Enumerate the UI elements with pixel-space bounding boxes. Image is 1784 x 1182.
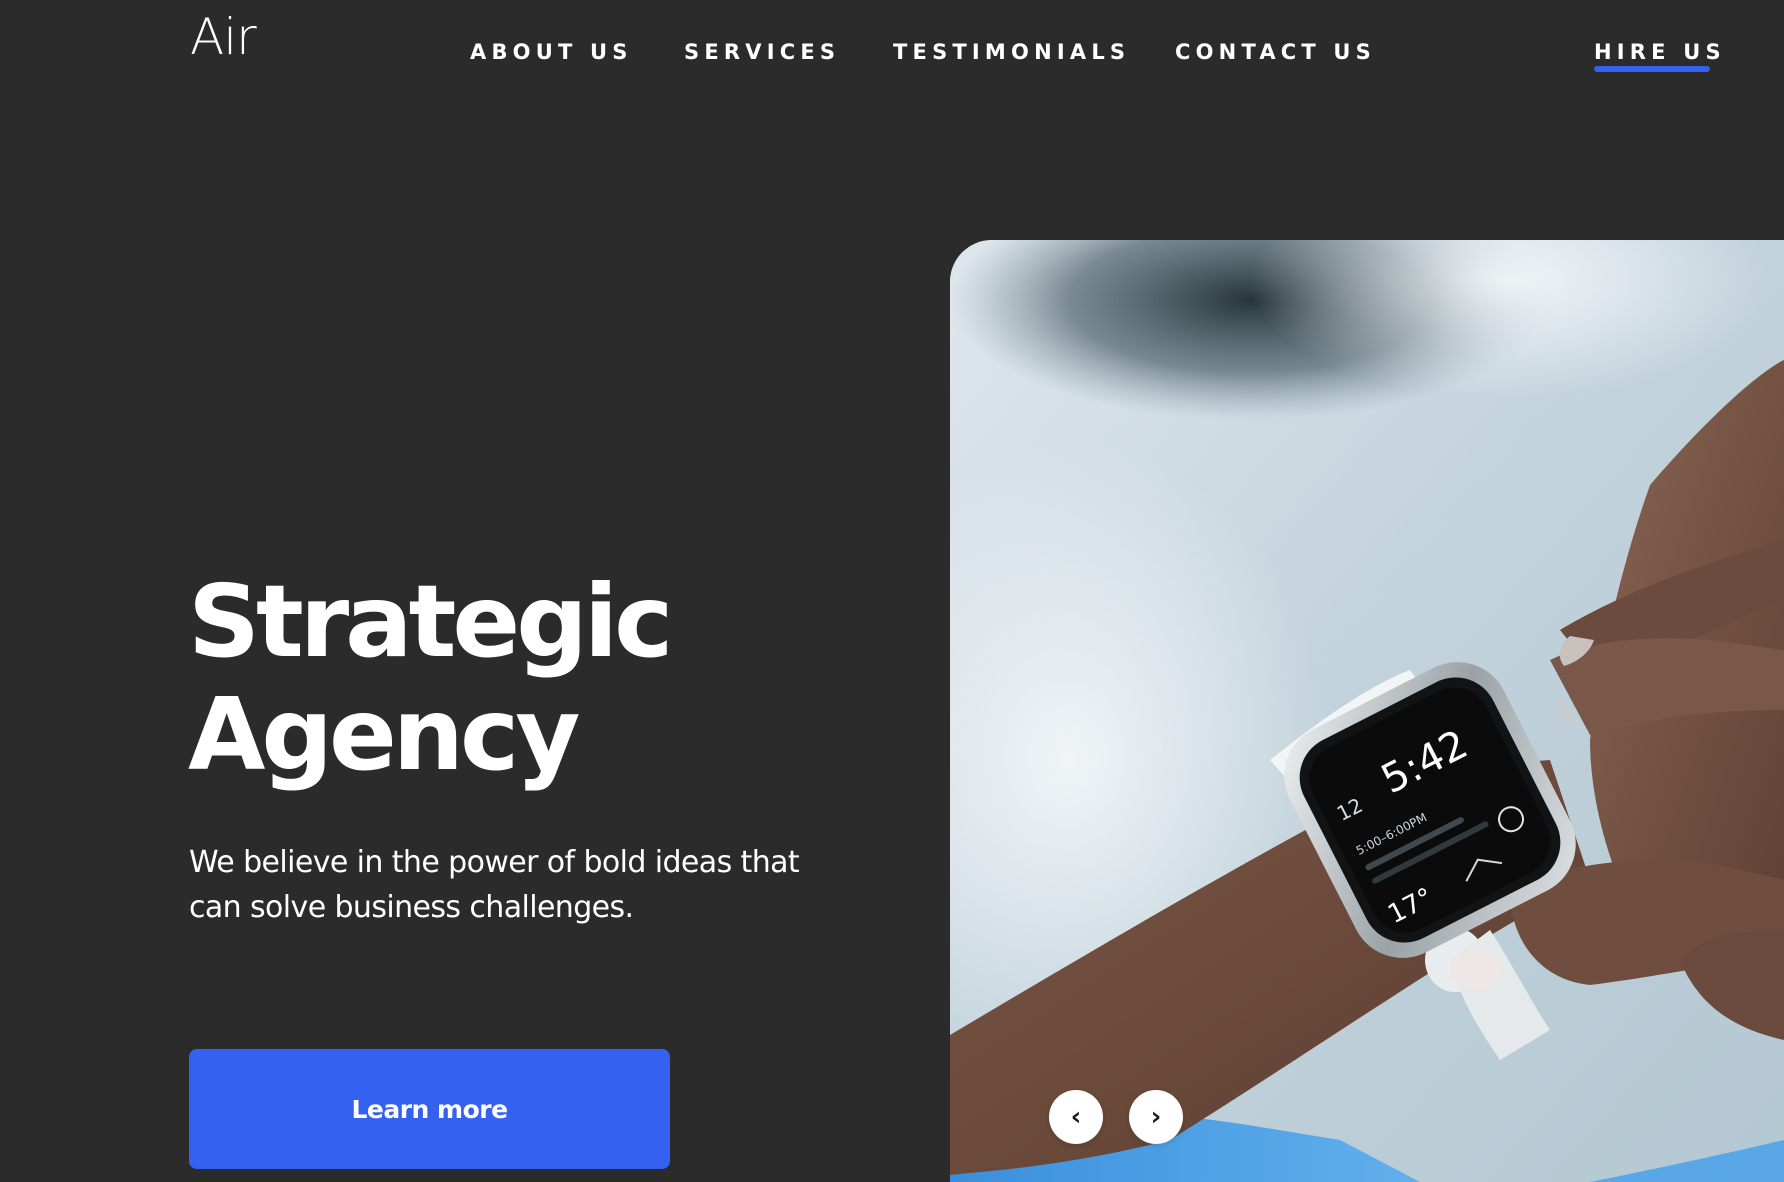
nav-item-testimonials[interactable]: TESTIMONIALS: [893, 40, 1130, 64]
nav-item-about-us[interactable]: ABOUT US: [470, 40, 633, 64]
hire-us-underline: [1594, 66, 1710, 72]
slider-next-button[interactable]: ›: [1129, 1090, 1183, 1144]
learn-more-button[interactable]: Learn more: [189, 1049, 670, 1169]
hire-us-link[interactable]: HIRE US: [1594, 40, 1726, 64]
smartwatch-photo: 5:42 12 5:00–6:00PM 17°: [950, 240, 1784, 1182]
chevron-left-icon: ‹: [1070, 1102, 1082, 1132]
hero-subtitle: We believe in the power of bold ideas th…: [189, 845, 800, 925]
chevron-right-icon: ›: [1150, 1102, 1162, 1132]
brand-logo[interactable]: Air: [190, 12, 257, 62]
nav-item-services[interactable]: SERVICES: [684, 40, 840, 64]
hero-title: Strategic Agency: [188, 563, 673, 793]
hero-title-line-2: Agency: [188, 676, 580, 793]
nav-item-contact-us[interactable]: CONTACT US: [1175, 40, 1376, 64]
hero-image: 5:42 12 5:00–6:00PM 17°: [950, 240, 1784, 1182]
hero-title-line-1: Strategic: [188, 563, 673, 680]
slider-prev-button[interactable]: ‹: [1049, 1090, 1103, 1144]
